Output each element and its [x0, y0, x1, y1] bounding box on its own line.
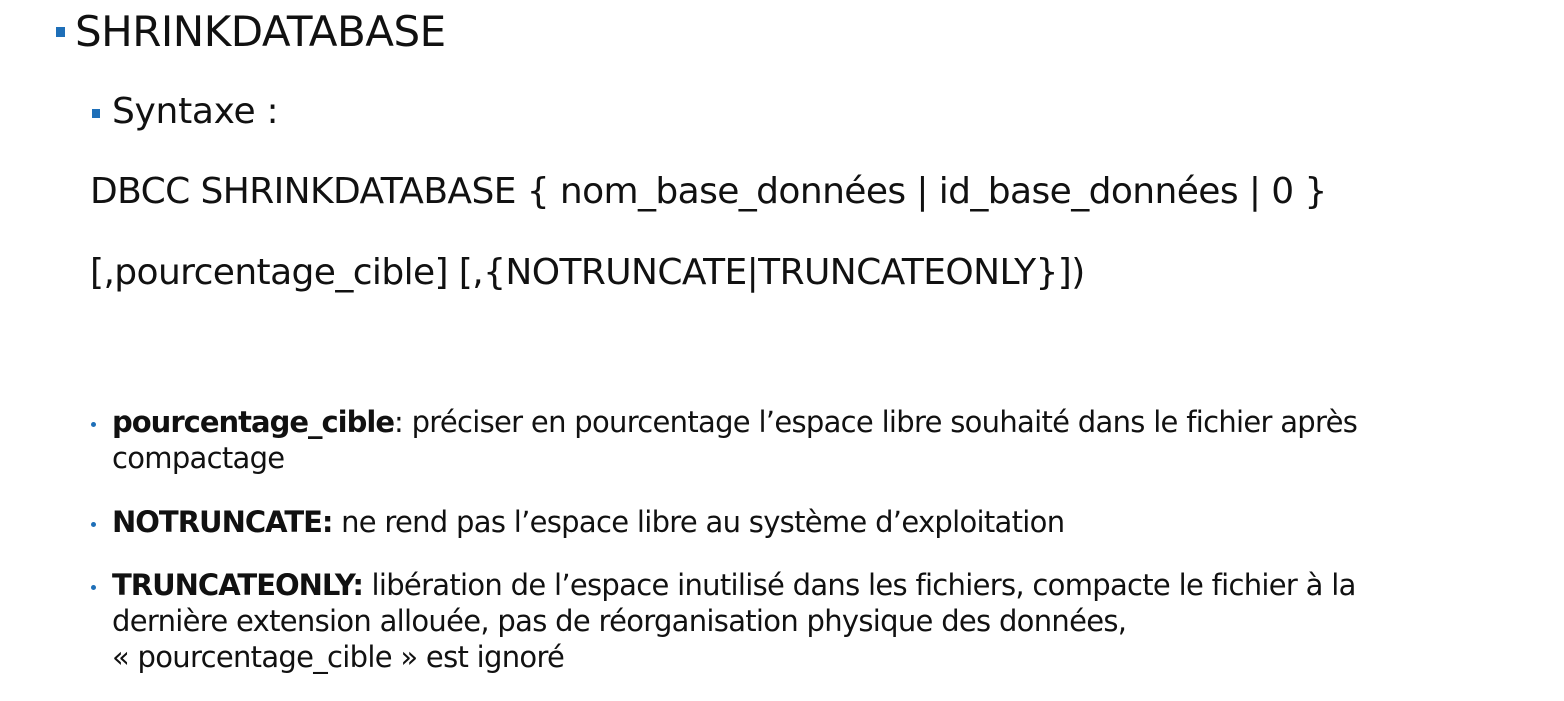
- param-description-cont: compactage: [112, 441, 285, 475]
- param-name: TRUNCATEONLY:: [112, 568, 364, 602]
- title-bullet: [56, 27, 65, 37]
- page-title: SHRINKDATABASE: [75, 7, 446, 56]
- syntax-line-1: DBCC SHRINKDATABASE { nom_base_données |…: [90, 171, 1327, 212]
- param-separator: [363, 568, 372, 602]
- param-bullet: [91, 585, 96, 590]
- param-bullet: [91, 422, 96, 427]
- section-subtitle: Syntaxe :: [112, 91, 279, 132]
- syntax-line-2: [,pourcentage_cible] [,{NOTRUNCATE|TRUNC…: [90, 252, 1085, 293]
- param-name: pourcentage_cible: [112, 405, 395, 439]
- param-description: ne rend pas l’espace libre au système d’…: [341, 505, 1065, 539]
- param-name: NOTRUNCATE:: [112, 505, 334, 539]
- param-bullet: [91, 522, 96, 527]
- param-separator: :: [394, 405, 412, 439]
- param-item-pourcentage-cible: pourcentage_cible: préciser en pourcenta…: [112, 404, 1442, 476]
- param-description: préciser en pourcentage l’espace libre s…: [411, 405, 1358, 439]
- param-item-truncateonly: TRUNCATEONLY: libération de l’espace inu…: [112, 567, 1442, 675]
- param-item-notruncate: NOTRUNCATE: ne rend pas l’espace libre a…: [112, 504, 1442, 540]
- param-separator: [333, 505, 342, 539]
- subtitle-bullet: [92, 109, 100, 118]
- param-description: libération de l’espace inutilisé dans le…: [371, 568, 1357, 602]
- param-description-cont: « pourcentage_cible » est ignoré: [112, 640, 565, 674]
- param-description-cont: dernière extension allouée, pas de réorg…: [112, 604, 1127, 638]
